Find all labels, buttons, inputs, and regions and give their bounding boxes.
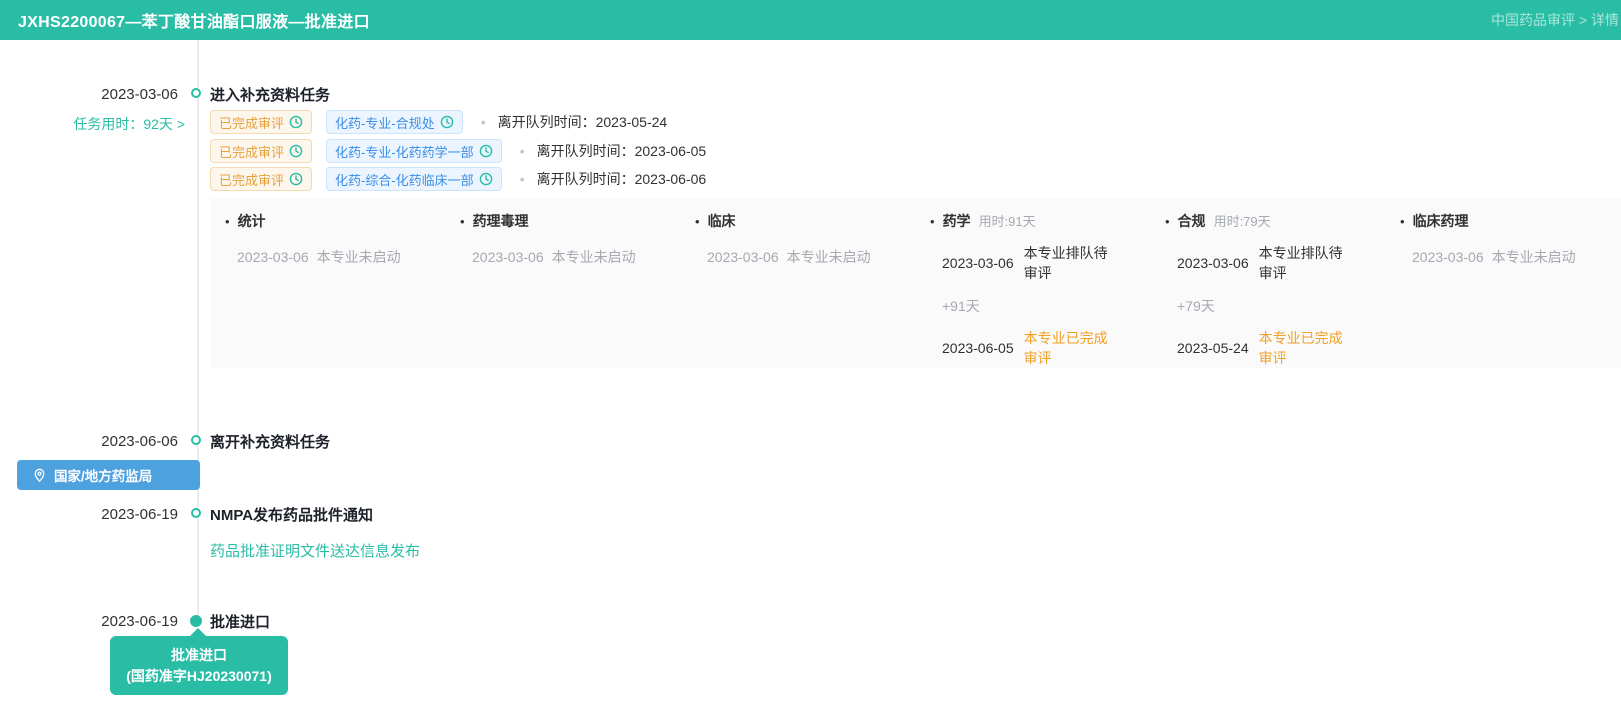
specialty-delta-days: +79天 bbox=[1177, 296, 1376, 316]
org-stage-badge: 国家/地方药监局 bbox=[17, 460, 200, 490]
specialty-status-line: 2023-03-06本专业未启动 bbox=[707, 247, 906, 267]
timeline-line bbox=[197, 40, 199, 618]
approval-license-number: (国药准字HJ20230071) bbox=[126, 666, 272, 687]
specialty-name: 合规 bbox=[1178, 211, 1206, 231]
specialties-panel: • 统计 2023-03-06本专业未启动 • 药理毒理 2023-03-06本… bbox=[211, 198, 1621, 368]
specialty-status-line: 2023-03-06本专业未启动 bbox=[237, 247, 436, 267]
entry3-title: NMPA发布药品批件通知 bbox=[210, 504, 373, 525]
specialty-col-clinpharm: • 临床药理 2023-03-06本专业未启动 bbox=[1386, 198, 1621, 368]
bullet-icon: • bbox=[1400, 214, 1405, 229]
specialty-col-clinical: • 临床 2023-03-06本专业未启动 bbox=[681, 198, 916, 368]
org-stage-label: 国家/地方药监局 bbox=[54, 465, 152, 485]
specialty-col-pharmacy: • 药学 用时:91天 2023-03-06 本专业排队待审评 +91天 202… bbox=[916, 198, 1151, 368]
specialty-status-line: 2023-03-06 本专业排队待审评 bbox=[942, 243, 1141, 284]
specialty-status-line: 2023-03-06本专业未启动 bbox=[472, 247, 671, 267]
review-dept-badge[interactable]: 化药-专业-化药药学一部 bbox=[326, 139, 502, 163]
drug-review-timeline-page: JXHS2200067—苯丁酸甘油酯口服液—批准进口 中国药品审评 > 详情 2… bbox=[0, 0, 1621, 715]
review-status-badge[interactable]: 已完成审评 bbox=[210, 110, 312, 134]
entry1-title: 进入补充资料任务 bbox=[210, 84, 330, 105]
header-bar: JXHS2200067—苯丁酸甘油酯口服液—批准进口 中国药品审评 > 详情 bbox=[0, 0, 1621, 40]
page-title: JXHS2200067—苯丁酸甘油酯口服液—批准进口 bbox=[18, 8, 370, 32]
entry4-title: 批准进口 bbox=[210, 611, 270, 632]
clock-icon bbox=[440, 115, 454, 129]
specialty-name: 药学 bbox=[943, 211, 971, 231]
approval-document-link[interactable]: 药品批准证明文件送达信息发布 bbox=[210, 540, 420, 561]
specialty-status-line: 2023-03-06 本专业排队待审评 bbox=[1177, 243, 1376, 284]
entry1-date: 2023-03-06 bbox=[50, 86, 178, 103]
clock-icon bbox=[479, 144, 493, 158]
specialty-status-line: 2023-05-24 本专业已完成审评 bbox=[1177, 328, 1376, 369]
leave-queue-time: 离开队列时间：2023-05-24 bbox=[498, 112, 668, 132]
location-pin-icon bbox=[32, 468, 47, 483]
specialty-name: 统计 bbox=[238, 211, 266, 231]
breadcrumb[interactable]: 中国药品审评 > 详情 bbox=[1491, 10, 1619, 30]
bullet-icon: • bbox=[1165, 214, 1170, 229]
queue-row: 已完成审评 化药-专业-化药药学一部 • 离开队列时间：2023-06-05 bbox=[210, 139, 706, 163]
clock-icon bbox=[289, 172, 303, 186]
queue-row: 已完成审评 化药-综合-化药临床一部 • 离开队列时间：2023-06-06 bbox=[210, 167, 706, 191]
specialty-duration: 用时:79天 bbox=[1214, 211, 1271, 230]
entry3-marker-icon bbox=[191, 508, 201, 518]
bullet-icon: • bbox=[930, 214, 935, 229]
leave-queue-time: 离开队列时间：2023-06-05 bbox=[537, 141, 707, 161]
bullet-icon: • bbox=[225, 214, 230, 229]
review-dept-badge[interactable]: 化药-综合-化药临床一部 bbox=[326, 167, 502, 191]
specialty-name: 临床药理 bbox=[1413, 211, 1469, 231]
entry4-marker-icon bbox=[190, 615, 202, 627]
approval-tooltip: 批准进口 (国药准字HJ20230071) bbox=[110, 636, 288, 695]
clock-icon bbox=[289, 144, 303, 158]
approval-tooltip-title: 批准进口 bbox=[171, 645, 227, 666]
entry2-date: 2023-06-06 bbox=[50, 433, 178, 450]
clock-icon bbox=[479, 172, 493, 186]
specialty-duration: 用时:91天 bbox=[979, 211, 1036, 230]
dot-separator: • bbox=[481, 114, 486, 130]
review-status-badge[interactable]: 已完成审评 bbox=[210, 139, 312, 163]
entry1-duration-link[interactable]: 任务用时：92天 > bbox=[40, 114, 185, 134]
specialty-col-pharmtox: • 药理毒理 2023-03-06本专业未启动 bbox=[446, 198, 681, 368]
specialty-name: 药理毒理 bbox=[473, 211, 529, 231]
review-status-badge[interactable]: 已完成审评 bbox=[210, 167, 312, 191]
entry1-marker-icon bbox=[191, 88, 201, 98]
specialty-col-statistics: • 统计 2023-03-06本专业未启动 bbox=[211, 198, 446, 368]
specialty-status-line: 2023-03-06本专业未启动 bbox=[1412, 247, 1611, 267]
queue-row: 已完成审评 化药-专业-合规处 • 离开队列时间：2023-05-24 bbox=[210, 110, 667, 134]
specialty-name: 临床 bbox=[708, 211, 736, 231]
bullet-icon: • bbox=[695, 214, 700, 229]
dot-separator: • bbox=[520, 171, 525, 187]
entry2-title: 离开补充资料任务 bbox=[210, 431, 330, 452]
clock-icon bbox=[289, 115, 303, 129]
specialty-delta-days: +91天 bbox=[942, 296, 1141, 316]
bullet-icon: • bbox=[460, 214, 465, 229]
dot-separator: • bbox=[520, 143, 525, 159]
entry4-date: 2023-06-19 bbox=[50, 613, 178, 630]
specialty-col-compliance: • 合规 用时:79天 2023-03-06 本专业排队待审评 +79天 202… bbox=[1151, 198, 1386, 368]
specialty-status-line: 2023-06-05 本专业已完成审评 bbox=[942, 328, 1141, 369]
entry3-date: 2023-06-19 bbox=[50, 506, 178, 523]
leave-queue-time: 离开队列时间：2023-06-06 bbox=[537, 169, 707, 189]
review-dept-badge[interactable]: 化药-专业-合规处 bbox=[326, 110, 463, 134]
entry2-marker-icon bbox=[191, 435, 201, 445]
